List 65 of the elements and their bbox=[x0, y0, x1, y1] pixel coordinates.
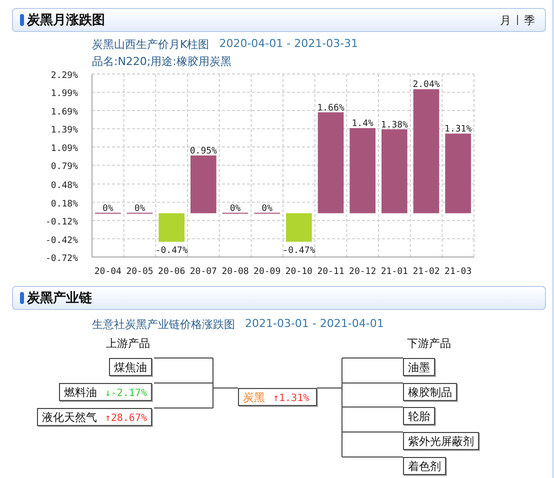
data-label: 0% bbox=[134, 204, 146, 214]
upstream-label: 上游产品 bbox=[106, 336, 150, 351]
data-label: 0.95% bbox=[190, 146, 218, 156]
product-node[interactable]: 炭黑 ↑1.31% bbox=[238, 388, 317, 406]
x-tick-label: 20-05 bbox=[126, 267, 154, 277]
x-tick-label: 20-11 bbox=[317, 267, 344, 277]
x-tick-label: 20-08 bbox=[222, 267, 249, 277]
bar bbox=[158, 213, 184, 242]
data-label: 0% bbox=[230, 204, 242, 214]
y-tick-label: 2.29% bbox=[50, 71, 79, 81]
data-label: 1.31% bbox=[444, 124, 472, 135]
product-node[interactable]: 着色剂 bbox=[403, 457, 446, 475]
y-tick-label: 1.09% bbox=[50, 144, 79, 154]
y-tick-label: 0.18% bbox=[50, 199, 79, 210]
product-node[interactable]: 橡胶制品 bbox=[403, 383, 457, 401]
x-tick-label: 20-10 bbox=[285, 267, 312, 277]
header-marker-icon bbox=[20, 14, 24, 26]
bar bbox=[350, 128, 376, 214]
product-node[interactable]: 燃料油 ↓-2.17% bbox=[58, 383, 152, 401]
data-label: 1.4% bbox=[352, 119, 374, 130]
data-label: 1.38% bbox=[380, 120, 409, 130]
date-range: 2021-03-01 - 2021-04-01 bbox=[245, 317, 384, 331]
header-marker-icon bbox=[20, 292, 24, 304]
date-range: 2020-04-01 - 2021-03-31 bbox=[219, 37, 358, 51]
y-tick-label: 1.99% bbox=[50, 89, 79, 100]
x-tick-label: 21-03 bbox=[444, 267, 472, 277]
x-tick-label: 21-01 bbox=[380, 267, 408, 277]
x-tick-label: 20-07 bbox=[190, 267, 217, 277]
data-label: 0% bbox=[102, 204, 114, 214]
chart-heading: 炭黑山西生产价月K柱图 bbox=[92, 37, 210, 51]
y-tick-label: -0.12% bbox=[45, 218, 79, 228]
bar bbox=[318, 112, 344, 214]
bar bbox=[286, 213, 312, 242]
x-tick-label: 20-09 bbox=[254, 267, 281, 277]
y-tick-label: 0.48% bbox=[50, 181, 79, 192]
data-label: 1.66% bbox=[317, 103, 345, 114]
panel-title: 炭黑月涨跌图 bbox=[27, 12, 105, 29]
data-label: 2.04% bbox=[412, 80, 440, 90]
product-node[interactable]: 液化天然气 ↑28.67% bbox=[36, 408, 152, 426]
bar bbox=[413, 89, 440, 214]
chart-subtitle: 品名:N220;用途:橡胶用炭黑 bbox=[92, 54, 232, 68]
product-node[interactable]: 油墨 bbox=[403, 358, 435, 376]
x-tick-label: 20-04 bbox=[94, 267, 122, 277]
y-tick-label: 1.69% bbox=[50, 107, 79, 118]
x-tick-label: 20-06 bbox=[158, 267, 186, 277]
y-tick-label: 0.79% bbox=[50, 162, 79, 172]
data-label: 0% bbox=[262, 204, 274, 214]
period-tab[interactable]: 月 bbox=[500, 12, 511, 28]
x-tick-label: 20-12 bbox=[349, 267, 376, 277]
bar bbox=[382, 129, 408, 214]
downstream-label: 下游产品 bbox=[407, 336, 451, 351]
product-node[interactable]: 紫外光屏蔽剂 bbox=[403, 432, 479, 450]
x-tick-label: 21-02 bbox=[412, 267, 440, 277]
data-label: -0.47% bbox=[155, 246, 188, 256]
period-tab[interactable]: 季 bbox=[524, 12, 535, 28]
bar bbox=[190, 155, 216, 214]
product-node[interactable]: 煤焦油 bbox=[109, 358, 152, 376]
y-tick-label: 1.39% bbox=[50, 126, 79, 136]
product-node[interactable]: 轮胎 bbox=[403, 407, 435, 425]
data-label: -0.47% bbox=[282, 246, 316, 256]
bar bbox=[445, 134, 471, 214]
y-tick-label: -0.42% bbox=[45, 236, 79, 246]
panel-title: 炭黑产业链 bbox=[27, 290, 92, 307]
chart-heading: 生意社炭黑产业链价格涨跌图 bbox=[92, 317, 235, 331]
y-tick-label: -0.72% bbox=[45, 254, 79, 264]
